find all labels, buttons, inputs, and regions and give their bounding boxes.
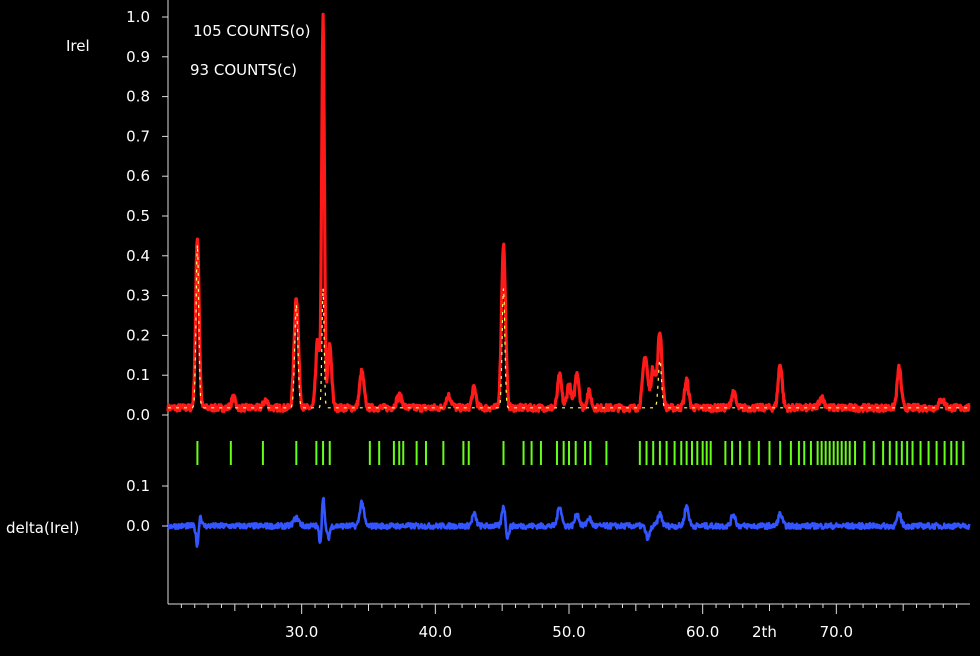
annotation-calculated-counts: 93 COUNTS(c) <box>190 61 297 79</box>
y-tick-label: 0.7 <box>126 127 150 145</box>
y-tick-label: 0.2 <box>126 326 150 344</box>
y-tick-label: 0.9 <box>126 48 150 66</box>
difference-axis-label: delta(Irel) <box>6 519 79 537</box>
x-tick-label: 60.0 <box>686 623 719 641</box>
y-tick-label: 1.0 <box>126 8 150 26</box>
annotation-observed-counts: 105 COUNTS(o) <box>193 22 310 40</box>
y-tick-label: 0.0 <box>126 406 150 424</box>
x-tick-label: 70.0 <box>820 623 853 641</box>
y-tick-label: 0.8 <box>126 88 150 106</box>
x-axis-label: 2th <box>752 623 777 641</box>
x-tick-label: 50.0 <box>552 623 585 641</box>
y-tick-label: 0.5 <box>126 207 150 225</box>
x-tick-label: 30.0 <box>285 623 318 641</box>
y-axis-label: Irel <box>66 37 90 55</box>
diffraction-plot: 0.0 0.1 0.2 0.3 0.4 0.5 0.6 0.7 0.8 0.9 1.0 0.1 0.0 3… <box>0 0 980 656</box>
diff-tick-label: 0.1 <box>126 477 150 495</box>
y-tick-label: 0.3 <box>126 287 150 305</box>
y-tick-label: 0.1 <box>126 366 150 384</box>
x-tick-label: 40.0 <box>419 623 452 641</box>
diff-tick-label: 0.0 <box>126 517 150 535</box>
y-tick-label: 0.6 <box>126 167 150 185</box>
y-tick-label: 0.4 <box>126 247 150 265</box>
